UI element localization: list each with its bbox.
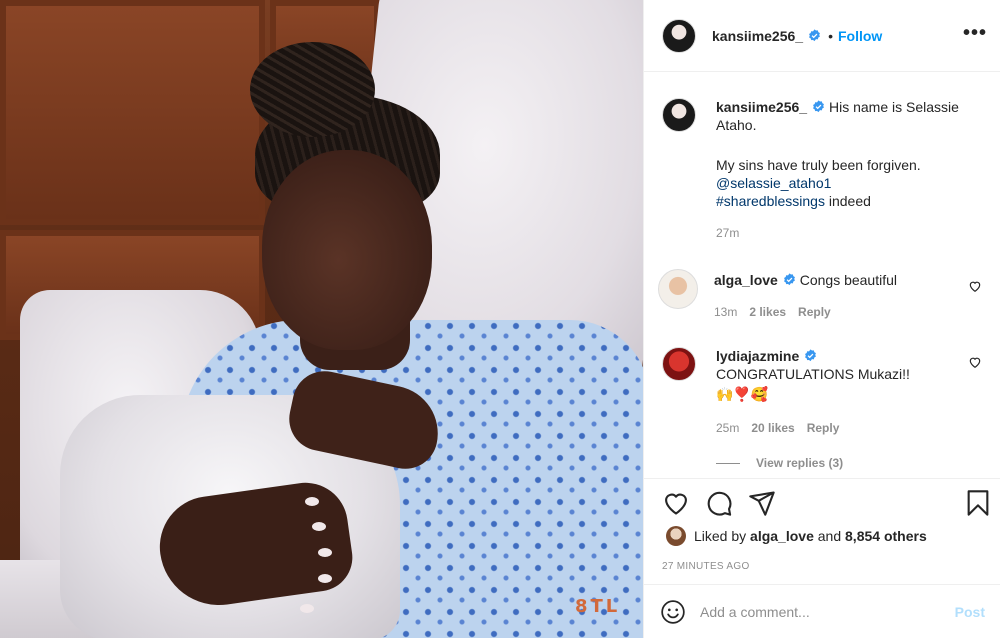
likes-summary[interactable]: Liked by alga_love and 8,854 others xyxy=(666,526,927,546)
add-comment-bar: Post xyxy=(644,584,1000,638)
fingernail xyxy=(305,497,319,506)
post-actions: Liked by alga_love and 8,854 others 27 M… xyxy=(644,478,1000,584)
caption-hashtag[interactable]: #sharedblessings xyxy=(716,193,825,209)
heart-icon[interactable] xyxy=(662,489,690,517)
verified-badge-icon xyxy=(783,273,795,286)
commenter-username[interactable]: alga_love xyxy=(714,272,778,288)
fingernail xyxy=(318,548,332,557)
commenter-avatar[interactable] xyxy=(658,269,698,309)
header-separator: • xyxy=(828,27,833,44)
likes-middle: and xyxy=(817,528,842,544)
post-header: kansiime256_ • Follow ••• xyxy=(644,0,1000,72)
view-replies-label: View replies (3) xyxy=(756,456,844,470)
comment-item: lydiajazmine CONGRATULATIONS Mukazi!! 🙌❣… xyxy=(662,347,992,437)
heart-icon[interactable] xyxy=(968,355,982,369)
caption-mention[interactable]: @selassie_ataho1 xyxy=(716,174,966,192)
commenter-username[interactable]: lydiajazmine xyxy=(716,348,799,364)
comments-list[interactable]: kansiime256_ His name is Selassie Ataho.… xyxy=(644,73,1000,478)
comment-likes[interactable]: 20 likes xyxy=(751,419,794,437)
caption-time: 27m xyxy=(716,226,740,240)
view-replies-button[interactable]: View replies (3) xyxy=(716,456,843,470)
comment-text: CONGRATULATIONS Mukazi!! xyxy=(716,366,910,382)
post-sidebar: kansiime256_ • Follow ••• kansiime256_ H… xyxy=(643,0,1000,638)
fingernail xyxy=(300,604,314,613)
photo-watermark: 8TL xyxy=(575,596,621,617)
caption-text: My sins have truly been forgiven. xyxy=(716,157,921,173)
comment-icon[interactable] xyxy=(705,489,733,517)
more-icon[interactable]: ••• xyxy=(963,23,987,43)
comment-time: 25m xyxy=(716,421,740,435)
replies-divider xyxy=(716,462,740,464)
reply-button[interactable]: Reply xyxy=(798,303,831,321)
comment-likes[interactable]: 2 likes xyxy=(749,303,786,321)
caption-text: indeed xyxy=(824,193,871,209)
fingernail xyxy=(318,574,332,583)
author-avatar[interactable] xyxy=(662,18,696,53)
caption-username[interactable]: kansiime256_ xyxy=(716,99,807,115)
commenter-avatar[interactable] xyxy=(662,347,696,381)
share-icon[interactable] xyxy=(748,489,776,517)
comment-text: Congs beautiful xyxy=(799,272,898,288)
likes-others[interactable]: 8,854 others xyxy=(845,528,927,544)
headboard-panel xyxy=(0,0,265,225)
reply-button[interactable]: Reply xyxy=(807,419,840,437)
post-timestamp: 27 MINUTES AGO xyxy=(662,561,750,572)
heart-icon[interactable] xyxy=(968,279,982,293)
mother-face xyxy=(262,150,432,350)
liker-username[interactable]: alga_love xyxy=(750,528,814,544)
post-photo[interactable]: 8TL xyxy=(0,0,643,638)
comment-time: 13m xyxy=(714,305,738,319)
fingernail xyxy=(312,522,326,531)
bookmark-icon[interactable] xyxy=(964,489,992,517)
emoji-icon[interactable] xyxy=(660,599,686,625)
post-button[interactable]: Post xyxy=(955,604,985,620)
verified-badge-icon xyxy=(813,100,825,113)
verified-badge-icon xyxy=(805,349,817,362)
likes-prefix: Liked by xyxy=(694,528,747,544)
verified-badge-icon xyxy=(809,29,821,42)
comment-input[interactable] xyxy=(700,603,950,620)
mother-hair-bun xyxy=(250,42,375,137)
caption: kansiime256_ His name is Selassie Ataho.… xyxy=(662,98,992,242)
author-username[interactable]: kansiime256_ xyxy=(712,28,803,44)
liker-avatar xyxy=(666,526,686,546)
comment-emoji: 🙌❣️🥰 xyxy=(716,386,769,402)
follow-button[interactable]: Follow xyxy=(838,28,882,44)
caption-avatar[interactable] xyxy=(662,98,696,132)
comment-item: alga_love Congs beautiful 13m 2 likes Re… xyxy=(658,269,992,321)
